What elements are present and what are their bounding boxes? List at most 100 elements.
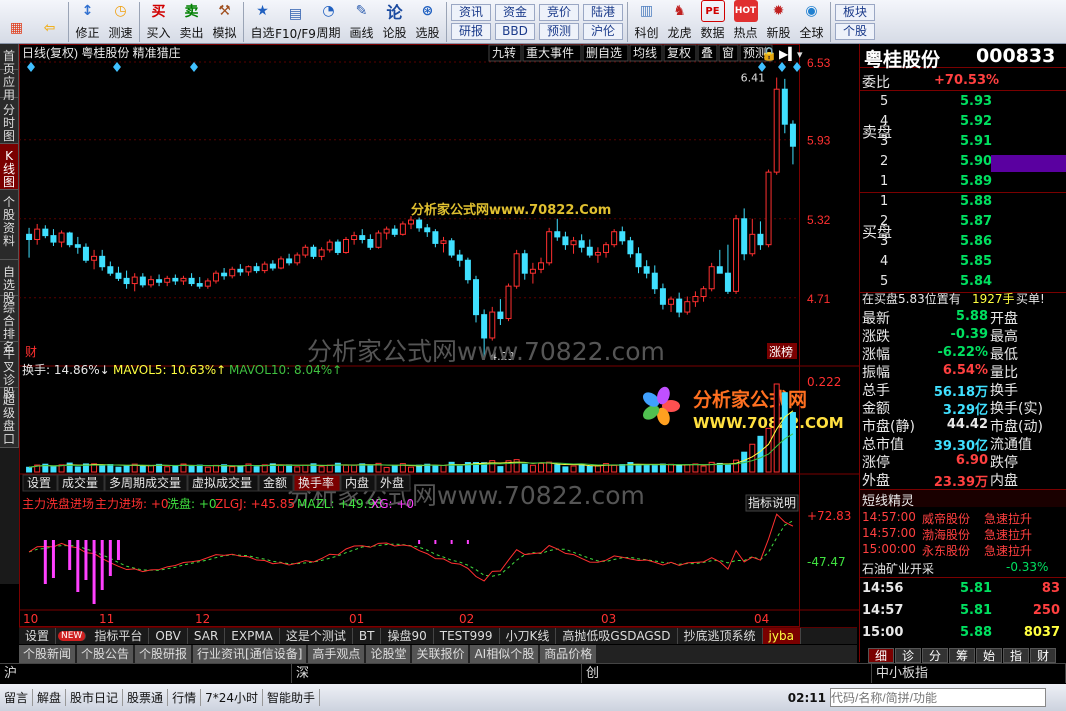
indicator-tab[interactable]: TEST999 xyxy=(434,628,500,644)
chart-header-button[interactable]: 九转 xyxy=(488,44,522,62)
quote-tab[interactable]: 诊 xyxy=(895,648,921,663)
toolbar-box-button[interactable]: 沪伦 xyxy=(583,22,623,40)
indicator-tab[interactable]: jyba xyxy=(762,628,801,644)
toolbar-box-button[interactable]: 预测 xyxy=(539,22,579,40)
toolbar-kechuang-button[interactable]: ▥ 科创 xyxy=(630,0,663,44)
quote-tab[interactable]: 始 xyxy=(976,648,1002,663)
status-item[interactable]: 7*24小时 xyxy=(201,689,263,706)
status-item[interactable]: 解盘 xyxy=(33,689,67,706)
index-item[interactable]: 深 xyxy=(292,664,582,683)
chart-header-button[interactable]: 均线 xyxy=(629,44,663,62)
left-tab[interactable]: 首页 xyxy=(0,44,19,76)
toolbar-cycle-button[interactable]: ◔ 周期 xyxy=(312,0,345,44)
toolbar-pen-button[interactable]: ✎ 画线 xyxy=(345,0,378,44)
status-item[interactable]: 留言 xyxy=(0,689,34,706)
index-item[interactable]: 创 xyxy=(582,664,872,683)
left-tab[interactable]: 个股资料 xyxy=(0,190,19,260)
left-tab[interactable]: 自选股 xyxy=(0,260,19,305)
volume-tab[interactable]: 成交量 xyxy=(57,474,105,492)
alert-stock[interactable]: 威帝股份 xyxy=(922,510,970,527)
info-tab[interactable]: 行业资讯[通信设备] xyxy=(193,645,307,663)
alert-stock[interactable]: 渤海股份 xyxy=(922,526,970,543)
left-tab[interactable]: 牛叉诊股 xyxy=(0,342,19,400)
toolbar-box-button[interactable]: 竞价 xyxy=(539,3,579,21)
status-item[interactable]: 行情 xyxy=(168,689,202,706)
toolbar-pe-button[interactable]: PE 数据 xyxy=(696,0,729,44)
toolbar-star-button[interactable]: ★ 自选 xyxy=(246,0,279,44)
indicator-tab[interactable]: 高抛低吸GSDAGSD xyxy=(556,628,678,644)
quote-tab[interactable]: 财 xyxy=(1030,648,1056,663)
toolbar-clock-button[interactable]: ◷ 测速 xyxy=(104,0,137,44)
quote-tab[interactable]: 筹 xyxy=(949,648,975,663)
toolbar-box-button[interactable]: 资金 xyxy=(495,3,535,21)
toolbar-box-button[interactable]: BBD xyxy=(495,22,535,40)
quote-tab[interactable]: 分 xyxy=(922,648,948,663)
toolbar-windows-button[interactable]: ▦ xyxy=(0,0,33,44)
indicator-tab[interactable]: 抄底逃顶系统 xyxy=(678,628,763,644)
volume-tab[interactable]: 外盘 xyxy=(375,474,411,492)
volume-tab[interactable]: 多周期成交量 xyxy=(104,474,188,492)
info-tab[interactable]: 个股公告 xyxy=(77,645,134,663)
toolbar-newstock-button[interactable]: ✹ 新股 xyxy=(762,0,795,44)
toolbar-back-arrow-button[interactable]: ⇦ xyxy=(33,0,66,44)
toolbar-discuss-button[interactable]: 论论股 xyxy=(378,0,411,44)
left-tab[interactable]: 分时图 xyxy=(0,98,19,144)
info-tab[interactable]: 论股堂 xyxy=(366,645,411,663)
volume-tab[interactable]: 换手率 xyxy=(293,474,341,492)
left-tab[interactable]: 应用 xyxy=(0,70,19,102)
info-tab[interactable]: AI相似个股 xyxy=(470,645,539,663)
status-item[interactable]: 智能助手 xyxy=(263,689,320,706)
indicator-help-button[interactable]: 指标说明 xyxy=(748,495,796,510)
toolbar-box-button[interactable]: 研报 xyxy=(451,22,491,40)
toolbar-sell-button[interactable]: 卖卖出 xyxy=(175,0,208,44)
left-tab[interactable]: K线图 xyxy=(0,144,19,190)
quote-tab[interactable]: 指 xyxy=(1003,648,1029,663)
volume-tab[interactable]: 虚拟成交量 xyxy=(187,474,259,492)
volume-tab[interactable]: 内盘 xyxy=(340,474,376,492)
chart-header-button[interactable]: 叠 xyxy=(697,44,718,62)
indicator-tab[interactable]: 小刀K线 xyxy=(500,628,557,644)
status-item[interactable]: 股市日记 xyxy=(66,689,124,706)
chart-header-button[interactable]: 复权 xyxy=(663,44,697,62)
indicator-tab[interactable]: SAR xyxy=(188,628,226,644)
toolbar-buy-button[interactable]: 买买入 xyxy=(142,0,175,44)
toolbar-box-button[interactable]: 个股 xyxy=(835,22,875,40)
indicator-tab[interactable]: BT xyxy=(353,628,382,644)
left-tab[interactable]: 超级盘口 xyxy=(0,388,19,448)
volume-tab[interactable]: 设置 xyxy=(22,474,58,492)
toolbar-f10-button[interactable]: ▤ F10/F9 xyxy=(275,0,316,44)
toolbar-globe-button[interactable]: ◉ 全球 xyxy=(795,0,828,44)
toolbar-hammer-button[interactable]: ⚒ 模拟 xyxy=(208,0,241,44)
left-tab[interactable]: 综合排名 xyxy=(0,296,19,354)
indicator-tab[interactable]: 操盘90 xyxy=(381,628,434,644)
indicator-tab[interactable]: 设置 xyxy=(19,628,57,644)
info-tab[interactable]: 关联报价 xyxy=(412,645,469,663)
toolbar-box-button[interactable]: 陆港 xyxy=(583,3,623,21)
toolbar-box-button[interactable]: 资讯 xyxy=(451,3,491,21)
index-item[interactable]: 中小板指 xyxy=(872,664,1066,683)
chart-header-button[interactable]: 删自选 xyxy=(582,44,629,62)
info-tab[interactable]: 高手观点 xyxy=(308,645,365,663)
toolbar-hot-button[interactable]: HOT 热点 xyxy=(729,0,762,44)
alert-stock[interactable]: 永东股份 xyxy=(922,542,970,559)
chart-header-button[interactable]: 窗 xyxy=(718,44,739,62)
volume-tab[interactable]: 金额 xyxy=(258,474,294,492)
index-item[interactable]: 沪 xyxy=(0,664,292,683)
toolbar-dragon-button[interactable]: ♞ 龙虎 xyxy=(663,0,696,44)
info-tab[interactable]: 个股研报 xyxy=(135,645,192,663)
toolbar-box-button[interactable]: 板块 xyxy=(835,3,875,21)
indicator-tab[interactable]: EXPMA xyxy=(225,628,280,644)
quote-tab[interactable]: 细 xyxy=(868,648,894,663)
toolbar-arrows-button[interactable]: ↕ 修正 xyxy=(71,0,104,44)
indicator-tab[interactable]: OBV xyxy=(149,628,188,644)
search-input[interactable] xyxy=(830,688,1046,707)
indicator-tab[interactable]: 指标平台 xyxy=(88,628,150,644)
chart-header-button[interactable]: 重大事件 xyxy=(522,44,582,62)
chart-area[interactable]: 6.53 5.93 5.32 4.71 日线(复权) 粤桂股份 精准猎庄 九转 重大事件 删自… xyxy=(19,44,859,627)
indicator-tab[interactable]: 这是个测试 xyxy=(280,628,353,644)
indicator-tab[interactable]: NEW xyxy=(58,631,87,641)
status-item[interactable]: 股票通 xyxy=(123,689,169,706)
info-tab[interactable]: 个股新闻 xyxy=(19,645,76,663)
info-tab[interactable]: 商品价格 xyxy=(540,645,597,663)
toolbar-select-button[interactable]: ⊛ 选股 xyxy=(411,0,444,44)
